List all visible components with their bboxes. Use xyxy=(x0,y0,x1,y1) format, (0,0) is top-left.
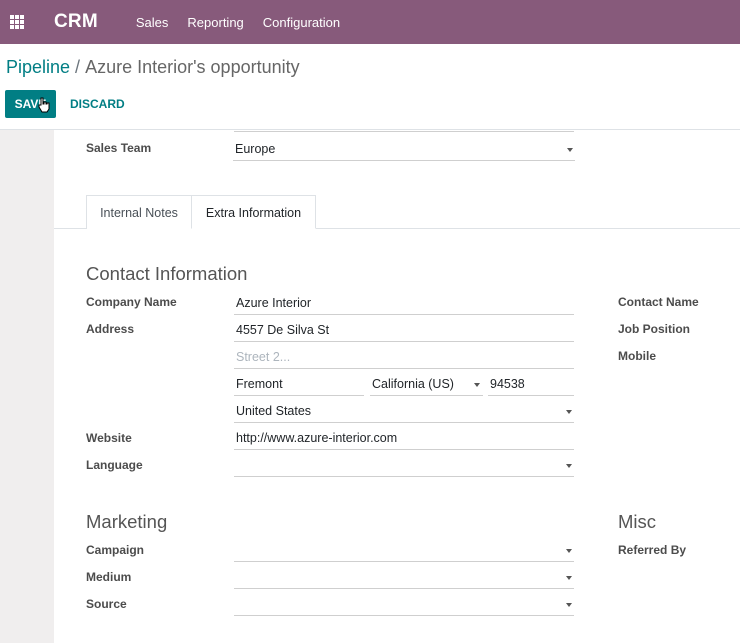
apps-grid-icon xyxy=(10,15,24,29)
campaign-label: Campaign xyxy=(86,543,145,557)
chevron-down-icon xyxy=(566,464,572,468)
misc-title: Misc xyxy=(618,511,657,532)
menu-reporting[interactable]: Reporting xyxy=(187,15,243,30)
breadcrumb-separator: / xyxy=(75,57,81,77)
tab-internal-notes[interactable]: Internal Notes xyxy=(86,195,191,229)
marketing-title: Marketing xyxy=(86,511,168,532)
chevron-down-icon xyxy=(566,603,572,607)
address-label: Address xyxy=(86,322,135,336)
top-navbar: CRM Sales Reporting Configuration xyxy=(0,0,740,44)
breadcrumb-current: Azure Interior's opportunity xyxy=(85,57,300,77)
chevron-down-icon xyxy=(474,383,480,387)
company-name-input[interactable]: Azure Interior xyxy=(234,291,574,315)
chevron-down-icon xyxy=(566,549,572,553)
sales-team-label: Sales Team xyxy=(86,141,152,155)
source-select[interactable] xyxy=(234,592,574,616)
website-input[interactable]: http://www.azure-interior.com xyxy=(234,426,574,450)
discard-button[interactable]: DISCARD xyxy=(70,90,125,118)
apps-menu-button[interactable] xyxy=(4,0,30,44)
chevron-down-icon xyxy=(566,410,572,414)
street2-input[interactable]: Street 2... xyxy=(234,345,574,369)
job-position-label: Job Position xyxy=(618,322,690,336)
mobile-label: Mobile xyxy=(618,349,656,363)
company-name-label: Company Name xyxy=(86,295,177,309)
country-select[interactable]: United States xyxy=(234,399,574,423)
form-background xyxy=(0,130,54,643)
tab-extra-information[interactable]: Extra Information xyxy=(191,195,316,229)
menu-sales[interactable]: Sales xyxy=(136,15,169,30)
contact-name-label: Contact Name xyxy=(618,295,699,309)
breadcrumb-pipeline-link[interactable]: Pipeline xyxy=(6,57,70,77)
app-brand[interactable]: CRM xyxy=(54,11,98,33)
control-panel: Pipeline / Azure Interior's opportunity SA… xyxy=(0,44,740,130)
hand-cursor-icon xyxy=(38,97,50,113)
medium-select[interactable] xyxy=(234,565,574,589)
campaign-select[interactable] xyxy=(234,538,574,562)
chevron-down-icon xyxy=(567,148,573,152)
chevron-down-icon xyxy=(566,576,572,580)
state-select[interactable]: California (US) xyxy=(370,372,483,396)
city-input[interactable]: Fremont xyxy=(234,372,364,396)
medium-label: Medium xyxy=(86,570,132,584)
field-underline xyxy=(234,131,574,132)
contact-information-title: Contact Information xyxy=(86,263,248,284)
sales-team-select[interactable]: Europe xyxy=(233,137,575,161)
referred-by-label: Referred By xyxy=(618,543,687,557)
language-select[interactable] xyxy=(234,453,574,477)
language-label: Language xyxy=(86,458,143,472)
zip-input[interactable]: 94538 xyxy=(488,372,574,396)
menu-configuration[interactable]: Configuration xyxy=(263,15,340,30)
website-label: Website xyxy=(86,431,132,445)
source-label: Source xyxy=(86,597,127,611)
street-input[interactable]: 4557 De Silva St xyxy=(234,318,574,342)
breadcrumb: Pipeline / Azure Interior's opportunity xyxy=(6,57,300,78)
